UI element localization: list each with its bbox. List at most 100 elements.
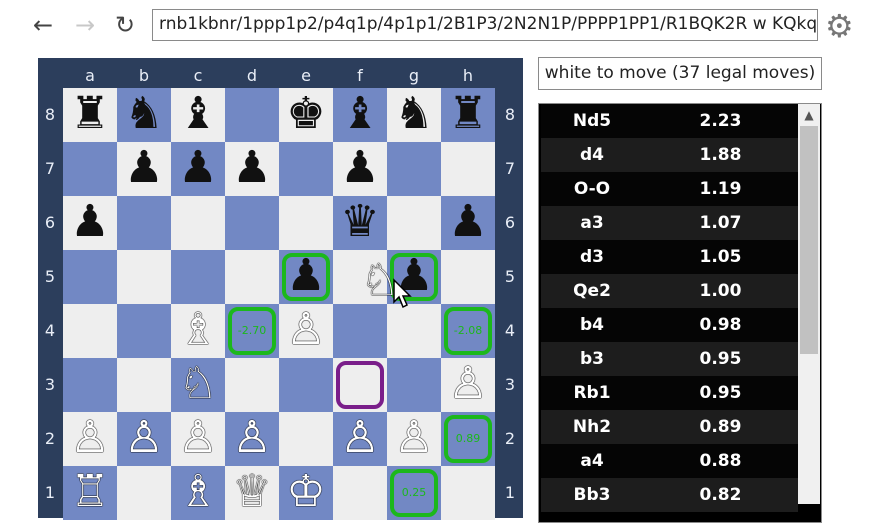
square-g3[interactable]: [387, 358, 441, 412]
move-row[interactable]: d4 1.88: [541, 138, 798, 172]
move-row[interactable]: Rb1 0.95: [541, 376, 798, 410]
piece-white-e4[interactable]: ♙: [279, 303, 333, 357]
square-e3[interactable]: [279, 358, 333, 412]
piece-black-g8[interactable]: ♞: [387, 87, 441, 141]
moves-list[interactable]: Nd5 2.23 d4 1.88 O-O 1.19 a3 1.07 d3 1.05 Qe2 1.00 b…: [541, 104, 798, 512]
piece-black-e8[interactable]: ♚: [279, 87, 333, 141]
rank-label-3-left: 3: [44, 375, 56, 394]
move-row[interactable]: O-O 1.19: [541, 172, 798, 206]
fen-input[interactable]: rnb1kbnr/1ppp1p2/p4q1p/4p1p1/2B1P3/2N2N1…: [152, 9, 818, 41]
settings-button[interactable]: ⚙: [825, 10, 855, 42]
move-notation: Qe2: [573, 281, 611, 301]
move-score: 0.88: [699, 451, 742, 471]
piece-black-a6[interactable]: ♟: [63, 195, 117, 249]
piece-black-h6[interactable]: ♟: [441, 195, 495, 249]
square-a7[interactable]: [63, 142, 117, 196]
rank-label-6-left: 6: [44, 213, 56, 232]
square-f4[interactable]: [333, 304, 387, 358]
piece-black-h8[interactable]: ♜: [441, 87, 495, 141]
scroll-thumb[interactable]: [800, 126, 818, 354]
square-d6[interactable]: [225, 196, 279, 250]
move-row[interactable]: b3 0.95: [541, 342, 798, 376]
piece-black-b7[interactable]: ♟: [117, 141, 171, 195]
square-a4[interactable]: [63, 304, 117, 358]
piece-black-c7[interactable]: ♟: [171, 141, 225, 195]
square-h5[interactable]: [441, 250, 495, 304]
square-g4[interactable]: [387, 304, 441, 358]
file-label-d: d: [246, 66, 258, 85]
move-score: 1.05: [699, 247, 742, 267]
square-h1[interactable]: [441, 466, 495, 520]
piece-black-b8[interactable]: ♞: [117, 87, 171, 141]
piece-black-a8[interactable]: ♜: [63, 87, 117, 141]
rank-label-5-left: 5: [44, 267, 56, 286]
square-f1[interactable]: [333, 466, 387, 520]
square-b3[interactable]: [117, 358, 171, 412]
piece-black-e5[interactable]: ♟: [279, 249, 333, 303]
chess-board[interactable]: -2.70 -2.08 0.89 0.25 ♜ ♞ ♝ ♚ ♝ ♞ ♜ ♟ ♟ ♟ ♟ ♟ ♛ ♟ ♟ ♟ ♗ ♙ ♘ ♙ ♙ ♙…: [63, 88, 495, 520]
move-row[interactable]: Bb3 0.82: [541, 478, 798, 512]
piece-white-c3[interactable]: ♘: [171, 357, 225, 411]
piece-white-d2[interactable]: ♙: [225, 411, 279, 465]
piece-white-g2[interactable]: ♙: [387, 411, 441, 465]
move-notation: Nd5: [572, 111, 612, 131]
square-b1[interactable]: [117, 466, 171, 520]
rank-label-7-left: 7: [44, 159, 56, 178]
move-score: 1.19: [699, 179, 742, 199]
move-score: 0.95: [699, 349, 742, 369]
file-label-a: a: [85, 66, 95, 85]
piece-black-c8[interactable]: ♝: [171, 87, 225, 141]
rank-label-3-right: 3: [504, 375, 516, 394]
square-b6[interactable]: [117, 196, 171, 250]
square-a5[interactable]: [63, 250, 117, 304]
moves-scrollbar[interactable]: ▲: [798, 104, 820, 504]
piece-white-c2[interactable]: ♙: [171, 411, 225, 465]
square-e7[interactable]: [279, 142, 333, 196]
piece-white-b2[interactable]: ♙: [117, 411, 171, 465]
piece-white-d1[interactable]: ♕: [225, 465, 279, 519]
square-e6[interactable]: [279, 196, 333, 250]
file-label-f: f: [357, 66, 363, 85]
piece-white-h3[interactable]: ♙: [441, 357, 495, 411]
move-row[interactable]: d3 1.05: [541, 240, 798, 274]
square-d8[interactable]: [225, 88, 279, 142]
square-a3[interactable]: [63, 358, 117, 412]
file-label-h: h: [462, 66, 474, 85]
piece-black-f8[interactable]: ♝: [333, 87, 387, 141]
square-c5[interactable]: [171, 250, 225, 304]
piece-black-f6[interactable]: ♛: [333, 195, 387, 249]
file-label-b: b: [138, 66, 150, 85]
square-b4[interactable]: [117, 304, 171, 358]
piece-white-c1[interactable]: ♗: [171, 465, 225, 519]
rank-label-2-right: 2: [504, 429, 516, 448]
piece-white-a1[interactable]: ♖: [63, 465, 117, 519]
piece-white-c4[interactable]: ♗: [171, 303, 225, 357]
scroll-up-icon[interactable]: ▲: [798, 104, 820, 126]
piece-white-f2[interactable]: ♙: [333, 411, 387, 465]
square-b5[interactable]: [117, 250, 171, 304]
forward-button[interactable]: →: [70, 10, 100, 40]
piece-black-d7[interactable]: ♟: [225, 141, 279, 195]
square-g7[interactable]: [387, 142, 441, 196]
move-row[interactable]: a4 0.88: [541, 444, 798, 478]
square-h7[interactable]: [441, 142, 495, 196]
move-notation: Bb3: [573, 485, 611, 505]
piece-white-e1[interactable]: ♔: [279, 465, 333, 519]
square-d3[interactable]: [225, 358, 279, 412]
square-e2[interactable]: [279, 412, 333, 466]
piece-black-f7[interactable]: ♟: [333, 141, 387, 195]
rank-label-5-right: 5: [504, 267, 516, 286]
square-g6[interactable]: [387, 196, 441, 250]
move-score: 0.89: [699, 417, 742, 437]
reload-button[interactable]: ↻: [110, 10, 140, 40]
move-highlight-f3[interactable]: [336, 361, 384, 409]
square-c6[interactable]: [171, 196, 225, 250]
piece-white-a2[interactable]: ♙: [63, 411, 117, 465]
square-d5[interactable]: [225, 250, 279, 304]
move-row[interactable]: Nd5 2.23: [541, 104, 798, 138]
back-button[interactable]: ←: [28, 10, 58, 40]
move-row[interactable]: Qe2 1.00: [541, 274, 798, 308]
move-row[interactable]: b4 0.98: [541, 308, 798, 342]
move-row[interactable]: a3 1.07: [541, 206, 798, 240]
move-row[interactable]: Nh2 0.89: [541, 410, 798, 444]
